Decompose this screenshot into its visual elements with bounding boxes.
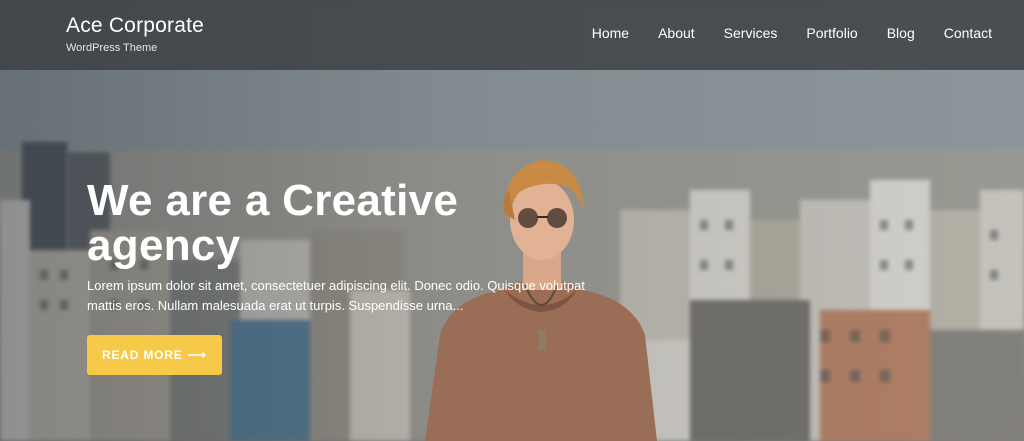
hero-headline: We are a Creative agency: [87, 176, 459, 270]
read-more-button[interactable]: READ MORE ⟶: [87, 335, 222, 375]
nav-item-portfolio[interactable]: Portfolio: [806, 25, 857, 41]
hero-section: Ace Corporate WordPress Theme Home About…: [0, 0, 1024, 441]
read-more-label: READ MORE: [102, 348, 183, 362]
hero-content: We are a Creative agency Lorem ipsum dol…: [87, 178, 607, 316]
nav-item-services[interactable]: Services: [724, 25, 778, 41]
nav-item-home[interactable]: Home: [592, 25, 629, 41]
site-header: Ace Corporate WordPress Theme Home About…: [0, 0, 1024, 70]
site-title[interactable]: Ace Corporate: [66, 14, 204, 38]
site-branding[interactable]: Ace Corporate WordPress Theme: [66, 14, 204, 54]
main-navigation: Home About Services Portfolio Blog Conta…: [592, 25, 992, 41]
site-description: WordPress Theme: [66, 42, 158, 54]
nav-item-blog[interactable]: Blog: [887, 25, 915, 41]
nav-item-contact[interactable]: Contact: [944, 25, 992, 41]
arrow-right-icon: ⟶: [187, 347, 207, 362]
nav-item-about[interactable]: About: [658, 25, 695, 41]
hero-description: Lorem ipsum dolor sit amet, consectetuer…: [87, 278, 585, 313]
